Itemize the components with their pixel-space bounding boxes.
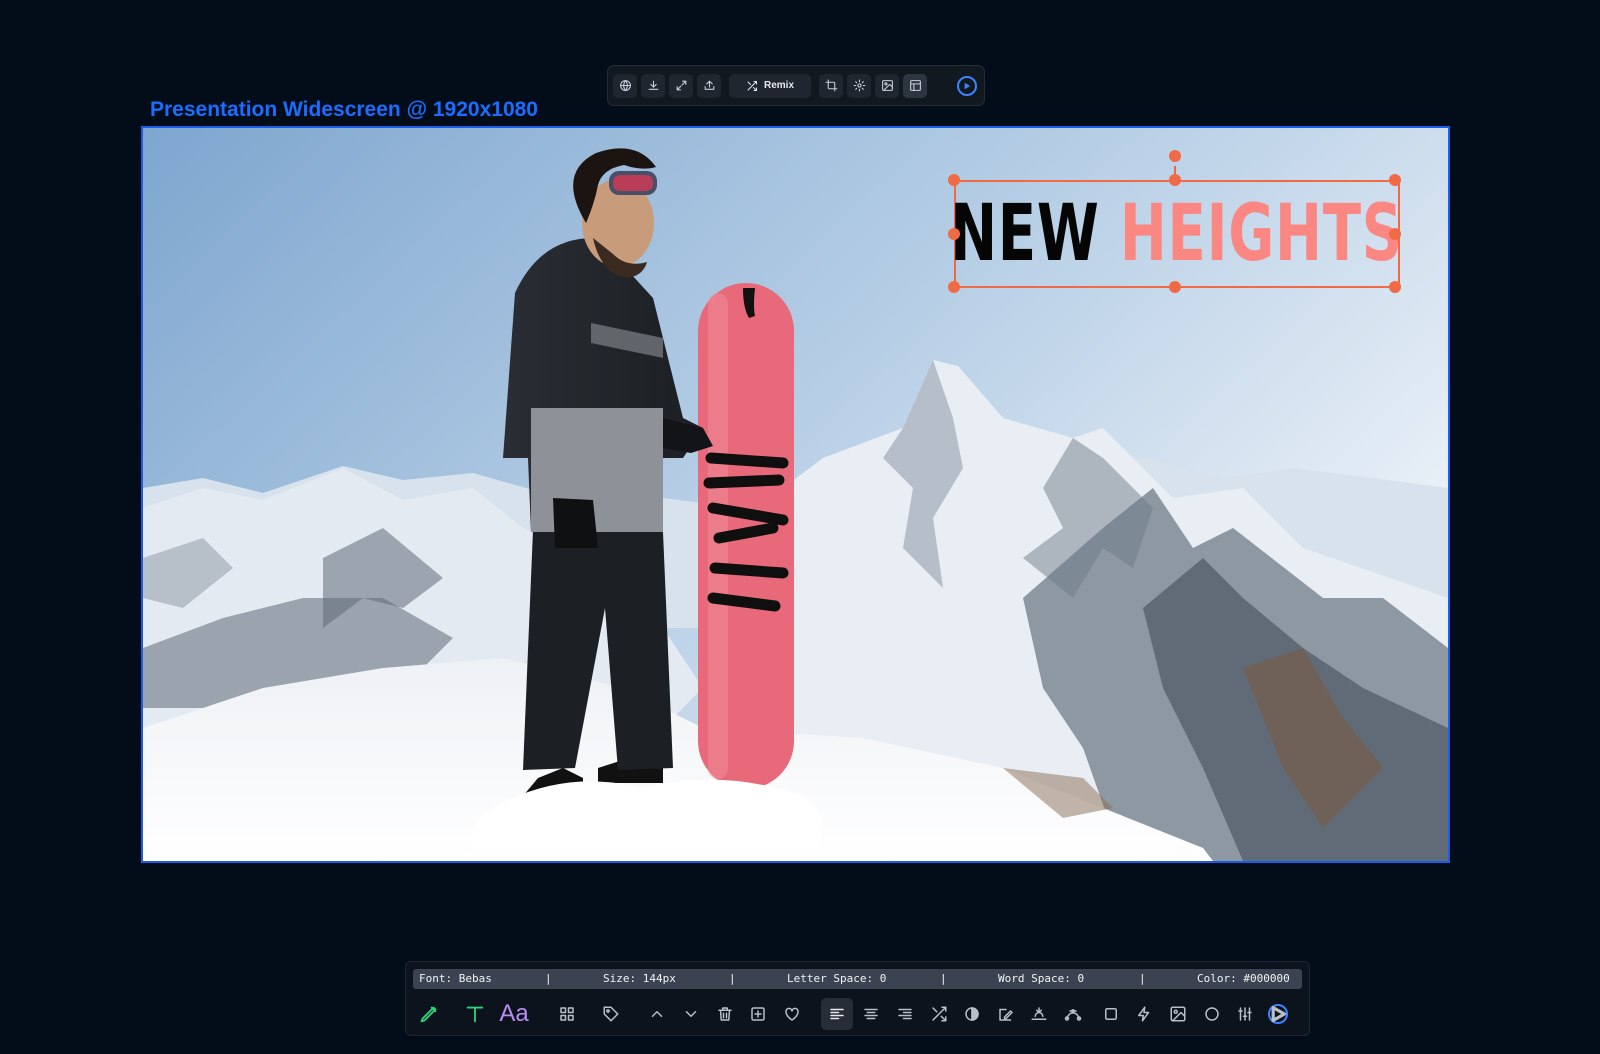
align-left-icon xyxy=(830,1008,844,1020)
heart-icon xyxy=(785,1007,799,1021)
image-button[interactable] xyxy=(875,73,899,98)
resize-handle-top-left[interactable] xyxy=(948,174,960,186)
letter-space-readout: Letter Space: 0 xyxy=(787,972,887,985)
resize-handle-right[interactable] xyxy=(1389,228,1401,240)
lightning-icon xyxy=(1138,1006,1150,1022)
image-icon xyxy=(881,80,893,91)
layout-button[interactable] xyxy=(903,73,927,98)
headline-word-2: HEIGHTS xyxy=(1120,189,1404,279)
text-properties-bar: Font: Bebas | Size: 144px | Letter Space… xyxy=(413,969,1302,989)
trash-icon xyxy=(718,1007,732,1021)
download-button[interactable] xyxy=(641,73,665,98)
play-button[interactable] xyxy=(957,75,977,96)
align-right-icon xyxy=(898,1008,912,1020)
contrast-icon xyxy=(965,1007,979,1021)
horizon-icon xyxy=(1031,1007,1047,1020)
square-tool[interactable] xyxy=(1095,998,1127,1030)
bezier-icon xyxy=(1064,1009,1082,1021)
shuffle-tool[interactable] xyxy=(923,998,955,1030)
sliders-icon xyxy=(1238,1007,1252,1021)
favorite-tool[interactable] xyxy=(776,998,808,1030)
headline-selection[interactable]: NEW HEIGHTS xyxy=(951,180,1403,288)
layout-icon xyxy=(909,80,921,91)
top-toolbar: Remix xyxy=(607,65,985,106)
frame-label: Presentation Widescreen @ 1920x1080 xyxy=(150,98,538,121)
crop-button[interactable] xyxy=(819,73,843,98)
edit-image-icon xyxy=(999,1008,1013,1021)
align-right-tool[interactable] xyxy=(889,998,921,1030)
color-readout: Color: #000000 xyxy=(1197,972,1290,985)
lightning-tool[interactable] xyxy=(1128,998,1160,1030)
resize-handle-bottom-left[interactable] xyxy=(948,281,960,293)
play-icon xyxy=(1268,1004,1288,1024)
remix-label: Remix xyxy=(763,80,794,91)
contrast-tool[interactable] xyxy=(956,998,988,1030)
text-icon xyxy=(466,1006,484,1023)
resize-handle-left[interactable] xyxy=(948,228,960,240)
separator: | xyxy=(545,972,552,985)
slide-canvas[interactable]: NEW HEIGHTS xyxy=(141,126,1450,863)
globe-button[interactable] xyxy=(613,73,637,98)
align-center-icon xyxy=(864,1008,878,1020)
resize-handle-bottom[interactable] xyxy=(1169,281,1181,293)
headline-text[interactable]: NEW HEIGHTS xyxy=(951,195,1404,273)
remix-button[interactable]: Remix xyxy=(729,73,811,98)
add-tool[interactable] xyxy=(742,998,774,1030)
play-icon xyxy=(964,82,971,89)
circle-icon xyxy=(1205,1007,1219,1021)
resize-handle-top-right[interactable] xyxy=(1389,174,1401,186)
add-icon xyxy=(751,1007,765,1021)
square-icon xyxy=(1105,1008,1117,1020)
resize-handle-top[interactable] xyxy=(1169,174,1181,186)
text-tool[interactable] xyxy=(459,998,491,1030)
upload-icon xyxy=(704,80,714,90)
shuffle-icon xyxy=(932,1006,947,1022)
pen-icon xyxy=(420,1006,437,1023)
image-tool[interactable] xyxy=(1162,998,1194,1030)
word-space-readout: Word Space: 0 xyxy=(998,972,1085,985)
snowboard xyxy=(698,283,794,789)
tools-row: Aa xyxy=(413,998,1302,1030)
bottom-panel: Font: Bebas | Size: 144px | Letter Space… xyxy=(405,961,1310,1036)
shuffle-icon xyxy=(747,80,757,91)
size-readout: Size: 144px xyxy=(603,972,676,985)
edit-image-tool[interactable] xyxy=(990,998,1022,1030)
pen-tool[interactable] xyxy=(413,998,445,1030)
rotate-handle[interactable] xyxy=(1169,150,1181,162)
grid-tool[interactable] xyxy=(551,998,583,1030)
grid-icon xyxy=(560,1007,574,1021)
bezier-tool[interactable] xyxy=(1057,998,1089,1030)
align-left-tool[interactable] xyxy=(821,998,853,1030)
image-icon xyxy=(1170,1006,1186,1022)
font-readout: Font: Bebas xyxy=(419,972,492,985)
align-center-tool[interactable] xyxy=(855,998,887,1030)
tag-tool[interactable] xyxy=(595,998,627,1030)
chevron-up-icon xyxy=(651,1011,663,1017)
horizon-tool[interactable] xyxy=(1023,998,1055,1030)
circle-tool[interactable] xyxy=(1196,998,1228,1030)
separator: | xyxy=(940,972,947,985)
delete-tool[interactable] xyxy=(709,998,741,1030)
resize-handle-bottom-right[interactable] xyxy=(1389,281,1401,293)
headline-word-1: NEW xyxy=(950,189,1101,279)
settings-icon xyxy=(853,79,865,92)
separator: | xyxy=(1139,972,1146,985)
globe-icon xyxy=(619,80,631,91)
crop-icon xyxy=(825,79,837,92)
move-up-tool[interactable] xyxy=(641,998,673,1030)
move-down-tool[interactable] xyxy=(675,998,707,1030)
expand-icon xyxy=(676,80,686,91)
upload-button[interactable] xyxy=(697,73,721,98)
font-tool[interactable]: Aa xyxy=(498,998,530,1030)
adjust-tool[interactable] xyxy=(1229,998,1261,1030)
settings-button[interactable] xyxy=(847,73,871,98)
chevron-down-icon xyxy=(685,1011,697,1017)
expand-button[interactable] xyxy=(669,73,693,98)
separator: | xyxy=(729,972,736,985)
tag-icon xyxy=(603,1006,619,1022)
download-icon xyxy=(648,80,658,90)
font-icon: Aa xyxy=(499,1000,529,1027)
preview-tool[interactable] xyxy=(1262,998,1294,1030)
